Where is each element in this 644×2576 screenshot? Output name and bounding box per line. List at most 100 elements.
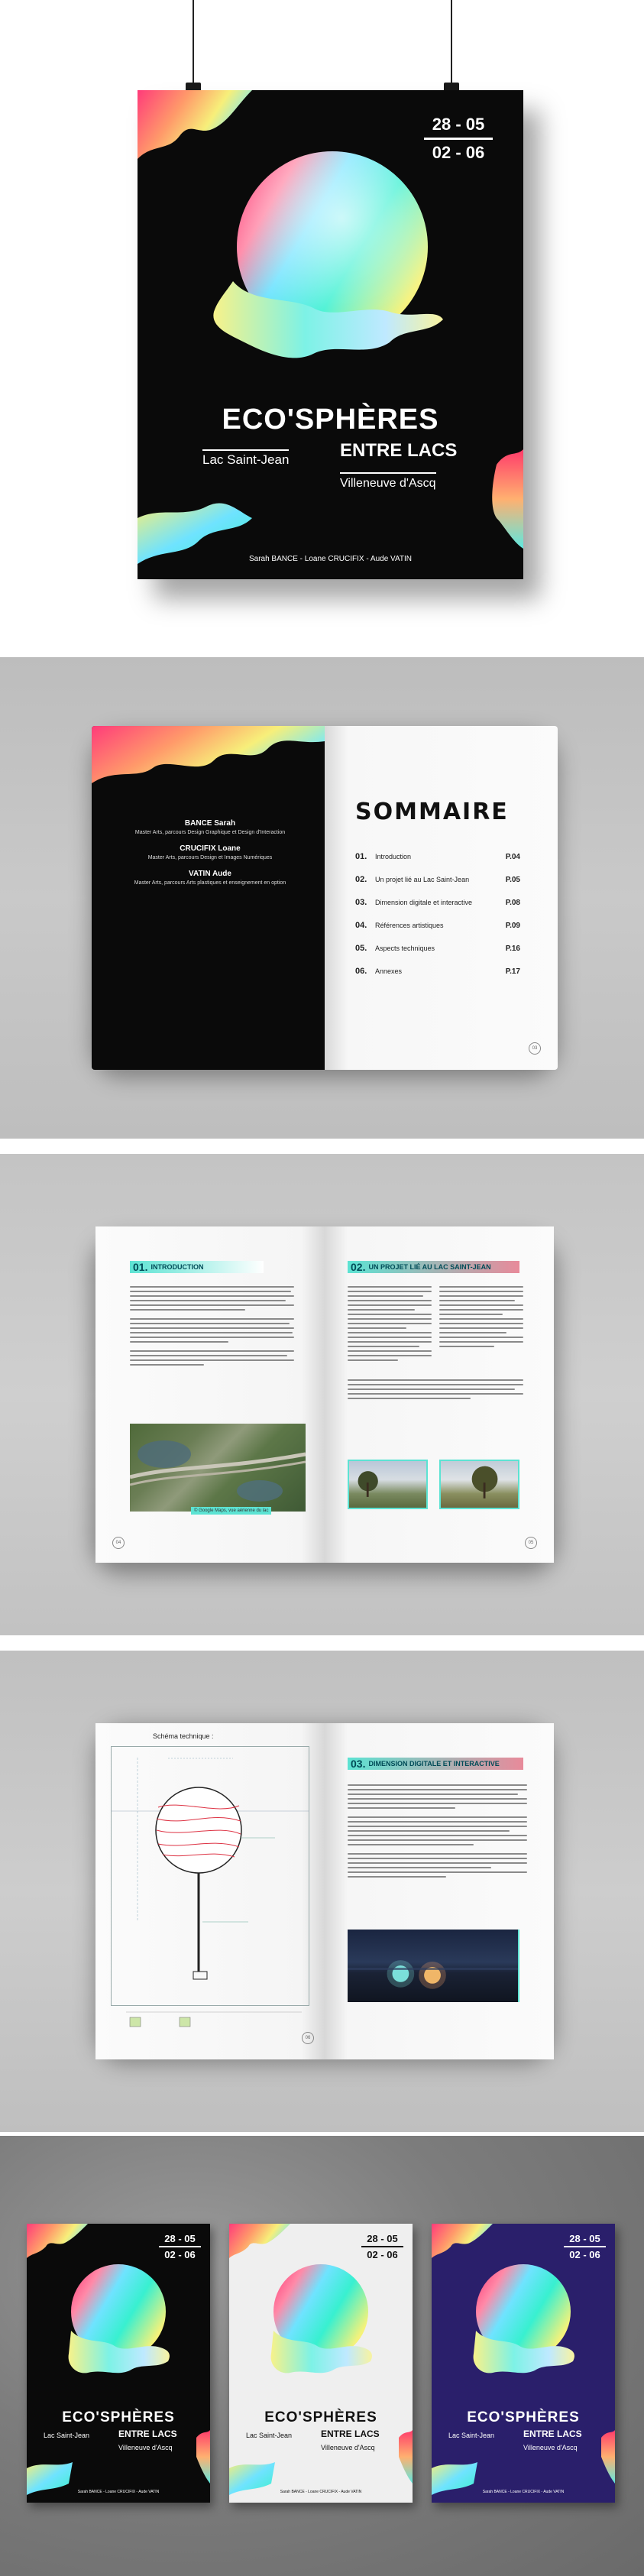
body-text-column [439,1286,523,1350]
poster-location-right: ENTRE LACS [321,2429,380,2439]
body-text-column [348,1286,432,1364]
toc-page: P.16 [505,945,520,953]
poster-city: Villeneuve d'Ascq [321,2444,375,2451]
intro-spread-section: 01. INTRODUCTION © Google Maps, vue aéri… [0,1154,644,1635]
right-page-digital: 03. DIMENSION DIGITALE ET INTERACTIVE [325,1723,554,2059]
poster-authors: Sarah BANCE - Loane CRUCIFIX - Aude VATI… [77,2490,160,2494]
toc-row: 02. Un projet lié au Lac Saint-Jean P.05 [355,875,520,884]
left-page-black: BANCE Sarah Master Arts, parcours Design… [92,726,325,1070]
poster-authors: Sarah BANCE - Loane CRUCIFIX - Aude VATI… [280,2490,362,2494]
date-end: 02 - 06 [164,2249,196,2260]
toc-num: 02. [355,875,367,884]
date-end: 02 - 06 [569,2249,600,2260]
poster-city: Villeneuve d'Ascq [118,2444,173,2451]
book-tech: Schéma technique : 06 03. DIMENSION DIGI… [95,1723,554,2059]
heading-number: 01. [133,1261,148,1273]
poster-location-left: Lac Saint-Jean [202,449,290,468]
heading-label: INTRODUCTION [150,1263,204,1271]
tech-spread-section: Schéma technique : 06 03. DIMENSION DIGI… [0,1651,644,2132]
toc-row: 01. Introduction P.04 [355,852,520,861]
poster-title: ECO'SPHÈRES [222,403,439,436]
hero-poster-section: 28 - 05 02 - 06 ECO'SPHÈRES Lac Saint-Je… [0,0,644,657]
toc-row: 03. Dimension digitale et interactive P.… [355,898,520,907]
toc-label: Dimension digitale et interactive [375,899,473,906]
toc-num: 01. [355,852,367,861]
left-page-schema: Schéma technique : 06 [95,1723,325,2059]
photo-caption: © Google Maps, vue aérienne du lac [191,1507,272,1515]
toc-page: P.04 [505,853,520,861]
corner-artwork [92,726,325,783]
base-box-shape [193,1971,208,1980]
poster-artwork [432,2224,615,2495]
aerial-map-photo [130,1424,306,1512]
lake-photo [348,1460,428,1509]
toc-label: Introduction [375,853,412,860]
poster-authors: Sarah BANCE - Loane CRUCIFIX - Aude VATI… [482,2490,565,2494]
section-heading: 01. INTRODUCTION [130,1261,264,1273]
poster-black: 28 - 05 02 - 06 ECO'SPHÈRES Lac Saint-Je… [138,90,523,579]
member-name: BANCE Sarah [184,819,236,828]
poster-location-left: Lac Saint-Jean [44,2432,90,2439]
toc-label: Annexes [375,967,403,975]
book-intro: 01. INTRODUCTION © Google Maps, vue aéri… [95,1226,554,1563]
poster-authors: Sarah BANCE - Loane CRUCIFIX - Aude VATI… [248,555,413,563]
toc-page: P.09 [505,922,520,930]
right-page-intro: 02. UN PROJET LIÉ AU LAC SAINT-JEAN 05 [325,1226,554,1563]
member-role: Master Arts, parcours Design Graphique e… [134,830,286,835]
hanging-wire [451,0,452,86]
hanging-wire [193,0,194,86]
toc-page: P.08 [505,899,520,907]
member-role: Master Arts, parcours Design et Images N… [147,855,273,860]
heading-number: 02. [351,1261,366,1273]
summary-spread-section: BANCE Sarah Master Arts, parcours Design… [0,657,644,1139]
poster-location-right: ENTRE LACS [523,2429,582,2439]
date-divider [159,2246,201,2247]
date-end: 02 - 06 [367,2249,398,2260]
tree-silhouette [358,1471,378,1497]
toc-num: 05. [355,944,367,953]
poster-location-right: ENTRE LACS [118,2429,177,2439]
poster-artwork [229,2224,413,2495]
night-lake-photo [348,1930,519,2002]
top-wave-shape [92,726,325,783]
right-side-drip-shape [492,449,523,549]
poster-dates: 28 - 05 02 - 06 [424,115,493,163]
section-heading: 02. UN PROJET LIÉ AU LAC SAINT-JEAN [348,1261,519,1273]
poster-title: ECO'SPHÈRES [467,2409,580,2425]
body-text-block [348,1784,527,1881]
toc-num: 06. [355,967,367,976]
corner-wave-shape [138,90,252,159]
toc-num: 03. [355,898,367,907]
toc-page: P.17 [505,967,520,976]
member-name: CRUCIFIX Loane [180,844,241,853]
member-name: VATIN Aude [189,870,231,878]
right-page-summary: SOMMAIRE 01. Introduction P.04 02. Un pr… [325,726,558,1070]
toc-row: 04. Références artistiques P.09 [355,921,520,930]
member-role: Master Arts, parcours Arts plastiques et… [134,880,286,886]
poster-title: ECO'SPHÈRES [264,2409,377,2425]
page-number: 06 [302,2032,314,2044]
toc-page: P.05 [505,876,520,884]
page-number: 03 [529,1042,541,1055]
date-start: 28 - 05 [432,115,485,134]
technical-drawing [111,1758,309,2027]
page-number: 04 [112,1537,125,1549]
toc-row: 05. Aspects techniques P.16 [355,944,520,953]
poster-dates: 28 - 05 02 - 06 [159,2233,201,2260]
lake-photo [439,1460,519,1509]
heading-label: DIMENSION DIGITALE ET INTERACTIVE [368,1760,500,1768]
heading-number: 03. [351,1758,366,1770]
date-divider [424,138,493,140]
left-page-intro: 01. INTRODUCTION © Google Maps, vue aéri… [95,1226,325,1563]
poster-dates: 28 - 05 02 - 06 [361,2233,403,2260]
page-number: 05 [525,1537,537,1549]
toc-num: 04. [355,921,367,930]
poster-variants-section: 28 - 05 02 - 06 ECO'SPHÈRES Lac Saint-Je… [0,2136,644,2576]
poster-white-variant: 28 - 05 02 - 06 ECO'SPHÈRES Lac Saint-Je… [229,2224,413,2503]
poster-artwork [138,90,523,564]
poster-purple-variant: 28 - 05 02 - 06 ECO'SPHÈRES Lac Saint-Je… [432,2224,615,2503]
poster-location-left: Lac Saint-Jean [448,2432,495,2439]
poster-city: Villeneuve d'Ascq [340,472,436,491]
toc-row: 06. Annexes P.17 [355,967,520,976]
date-end: 02 - 06 [432,143,485,162]
